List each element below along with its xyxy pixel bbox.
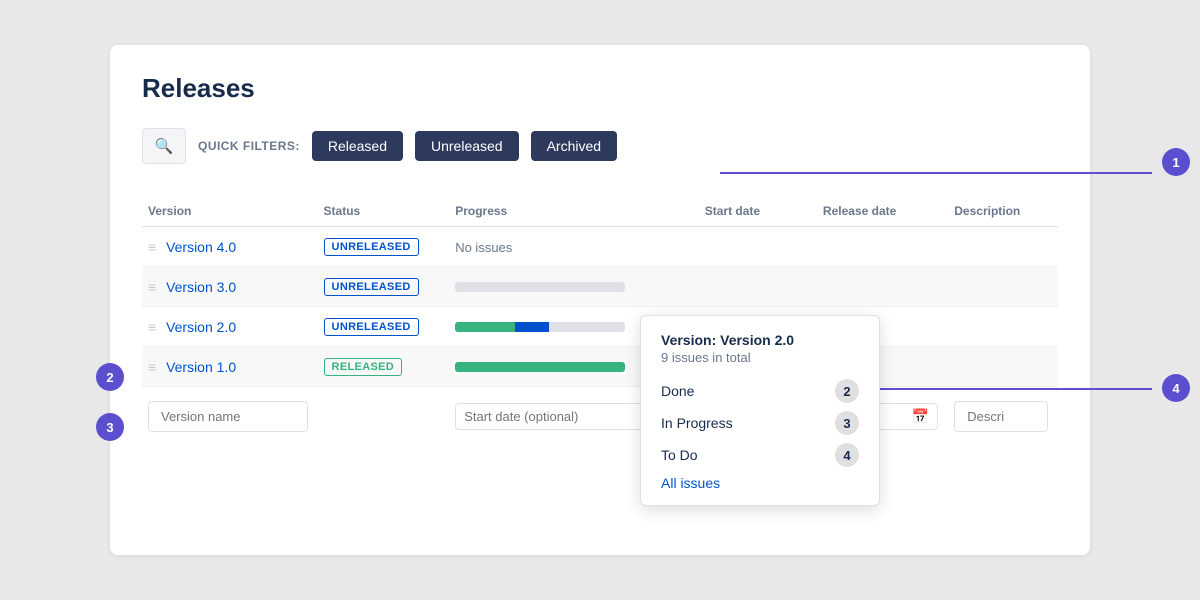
tooltip-done-row: Done 2 <box>661 379 859 403</box>
progress-bar <box>455 322 625 332</box>
table-header-row: Version Status Progress Start date Relea… <box>142 196 1058 227</box>
status-cell: RELEASED <box>318 347 450 387</box>
status-cell: UNRELEASED <box>318 307 450 347</box>
progress-bar <box>455 282 625 292</box>
add-status-cell <box>318 387 450 437</box>
all-issues-link[interactable]: All issues <box>661 475 859 491</box>
status-badge: RELEASED <box>324 358 403 376</box>
progress-cell <box>449 267 699 307</box>
progress-bar <box>455 362 625 372</box>
tooltip-inprogress-label: In Progress <box>661 415 733 431</box>
annotation-4: 4 <box>1162 374 1190 402</box>
description-input[interactable] <box>954 401 1048 432</box>
version-cell: ≡ Version 2.0 <box>142 307 318 347</box>
version-name-input[interactable] <box>148 401 308 432</box>
drag-handle-icon[interactable]: ≡ <box>148 239 156 255</box>
version-link[interactable]: Version 3.0 <box>166 279 236 295</box>
version-cell: ≡ Version 4.0 <box>142 227 318 267</box>
page-wrapper: Releases 🔍 QUICK FILTERS: Released Unrel… <box>0 0 1200 600</box>
annotation-2: 2 <box>96 363 124 391</box>
status-badge: UNRELEASED <box>324 238 419 256</box>
main-card: Releases 🔍 QUICK FILTERS: Released Unrel… <box>110 45 1090 555</box>
no-issues-text: No issues <box>455 240 512 255</box>
table-row: ≡ Version 1.0 RELEASED <box>142 347 1058 387</box>
version-cell: ≡ Version 3.0 <box>142 267 318 307</box>
status-badge: UNRELEASED <box>324 318 419 336</box>
status-cell: UNRELEASED <box>318 227 450 267</box>
table-row: ≡ Version 2.0 UNRELEASED <box>142 307 1058 347</box>
filters-row: 🔍 QUICK FILTERS: Released Unreleased Arc… <box>142 128 1058 164</box>
table-row: ≡ Version 4.0 UNRELEASED No issues <box>142 227 1058 267</box>
quick-filters-label: QUICK FILTERS: <box>198 139 300 153</box>
description-cell <box>948 227 1058 267</box>
col-description: Description <box>948 196 1058 227</box>
add-version-row: 📅 📅 <box>142 387 1058 437</box>
version-link[interactable]: Version 1.0 <box>166 359 236 375</box>
table-row: ≡ Version 3.0 UNRELEASED <box>142 267 1058 307</box>
start-date-input[interactable] <box>464 409 662 424</box>
tooltip-todo-count: 4 <box>835 443 859 467</box>
release-date-cell <box>817 267 948 307</box>
tooltip-done-count: 2 <box>835 379 859 403</box>
start-date-cell <box>699 267 817 307</box>
search-icon: 🔍 <box>155 137 174 155</box>
tooltip-title: Version: Version 2.0 <box>661 332 859 348</box>
tooltip-subtitle: 9 issues in total <box>661 350 859 365</box>
drag-handle-icon[interactable]: ≡ <box>148 319 156 335</box>
col-release-date: Release date <box>817 196 948 227</box>
releases-table: Version Status Progress Start date Relea… <box>142 196 1058 436</box>
tooltip-todo-label: To Do <box>661 447 698 463</box>
filter-unreleased-button[interactable]: Unreleased <box>415 131 519 161</box>
tooltip-popup: Version: Version 2.0 9 issues in total D… <box>640 315 880 506</box>
search-box[interactable]: 🔍 <box>142 128 186 164</box>
col-version: Version <box>142 196 318 227</box>
version-link[interactable]: Version 2.0 <box>166 319 236 335</box>
annotation-1: 1 <box>1162 148 1190 176</box>
status-badge: UNRELEASED <box>324 278 419 296</box>
col-status: Status <box>318 196 450 227</box>
col-start-date: Start date <box>699 196 817 227</box>
description-cell <box>948 267 1058 307</box>
add-version-name-cell[interactable] <box>142 387 318 437</box>
tooltip-inprogress-count: 3 <box>835 411 859 435</box>
page-title: Releases <box>142 73 1058 104</box>
start-date-cell <box>699 227 817 267</box>
release-date-cell <box>817 227 948 267</box>
tooltip-done-label: Done <box>661 383 694 399</box>
tooltip-inprogress-row: In Progress 3 <box>661 411 859 435</box>
status-cell: UNRELEASED <box>318 267 450 307</box>
annotation-3: 3 <box>96 413 124 441</box>
version-cell: ≡ Version 1.0 <box>142 347 318 387</box>
drag-handle-icon[interactable]: ≡ <box>148 359 156 375</box>
description-cell <box>948 347 1058 387</box>
col-progress: Progress <box>449 196 699 227</box>
tooltip-todo-row: To Do 4 <box>661 443 859 467</box>
annotation-line-1 <box>720 172 1152 174</box>
filter-archived-button[interactable]: Archived <box>531 131 617 161</box>
version-link[interactable]: Version 4.0 <box>166 239 236 255</box>
filter-released-button[interactable]: Released <box>312 131 403 161</box>
description-cell <box>948 307 1058 347</box>
add-description-cell[interactable] <box>948 387 1058 437</box>
progress-cell: No issues <box>449 227 699 267</box>
drag-handle-icon[interactable]: ≡ <box>148 279 156 295</box>
calendar-icon: 📅 <box>912 408 929 425</box>
